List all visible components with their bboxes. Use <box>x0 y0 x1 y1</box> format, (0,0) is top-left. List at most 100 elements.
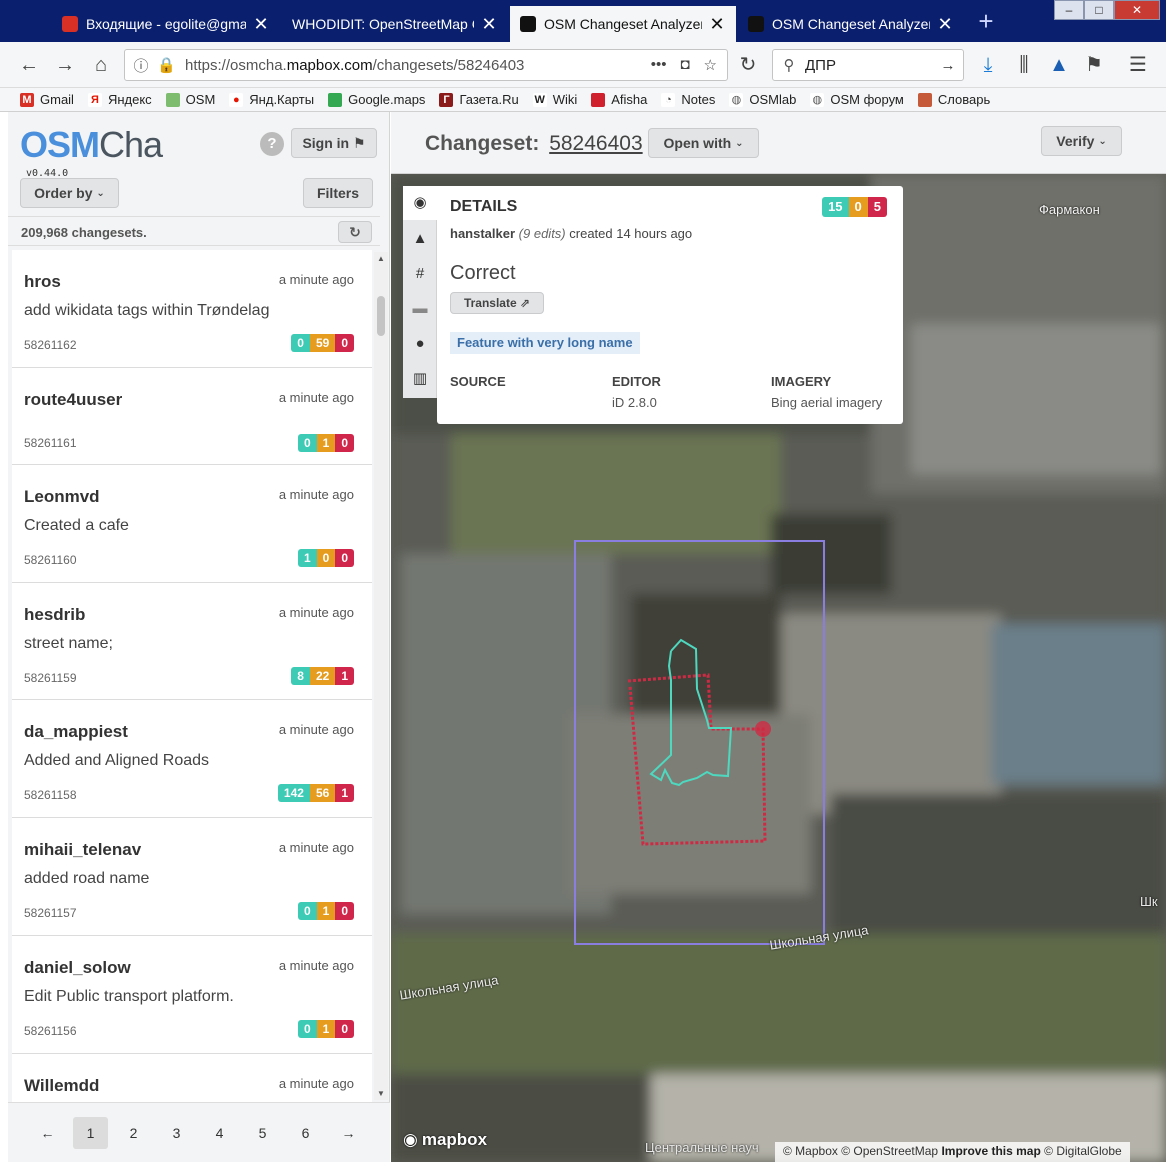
page-button-5[interactable]: 5 <box>245 1117 280 1149</box>
edit-count-badges: 0 59 0 <box>291 334 354 352</box>
download-icon[interactable]: ⤓ <box>975 52 1001 78</box>
scroll-down-icon[interactable]: ▼ <box>374 1089 388 1098</box>
minimize-icon[interactable]: – <box>1054 0 1084 20</box>
changeset-item[interactable]: daniel_solow a minute ago Edit Public tr… <box>12 935 372 1054</box>
menu-icon[interactable]: ☰ <box>1125 52 1151 78</box>
forward-icon[interactable]: → <box>52 52 78 78</box>
bookmark-notes[interactable]: ◔ Notes <box>661 92 715 107</box>
map-icon[interactable]: ▥ <box>403 362 437 396</box>
details-comment: Correct <box>450 262 516 284</box>
info-icon[interactable]: ⓘ <box>125 55 157 76</box>
details-user[interactable]: hanstalker <box>450 226 515 241</box>
bookmark-osm-forum[interactable]: ◍ OSM форум <box>810 92 904 107</box>
bookmark-google-maps[interactable]: Google.maps <box>328 92 425 107</box>
library-icon[interactable]: ⫼ <box>1011 52 1037 78</box>
bookmark-yandex[interactable]: Я Яндекс <box>87 92 152 107</box>
translate-button[interactable]: Translate ⇗ <box>450 292 544 314</box>
reload-icon[interactable]: ↻ <box>735 52 761 78</box>
mapbox-logo[interactable]: ◉ mapbox <box>403 1130 487 1150</box>
page-button-1[interactable]: 1 <box>73 1116 108 1149</box>
flag-reason-tag: Feature with very long name <box>450 332 640 354</box>
maximize-icon[interactable]: □ <box>1084 0 1114 20</box>
bookmark-wiki[interactable]: W Wiki <box>532 92 577 107</box>
close-window-icon[interactable]: ✕ <box>1114 0 1160 20</box>
bookmark-osm[interactable]: OSM <box>165 92 216 107</box>
verify-dropdown[interactable]: Verify ⌄ <box>1041 126 1122 156</box>
changeset-user: hesdrib <box>24 604 86 624</box>
bookmark-label: OSM <box>185 92 216 107</box>
changeset-item[interactable]: Leonmvd a minute ago Created a cafe 5826… <box>12 464 372 583</box>
details-title: DETAILS <box>450 198 518 215</box>
bookmark-star-icon[interactable]: ☆ <box>704 56 717 74</box>
delete-count: 1 <box>335 666 354 685</box>
list-scrollbar[interactable]: ▲ ▼ <box>374 252 388 1100</box>
page-button-6[interactable]: 6 <box>288 1117 323 1149</box>
changeset-item[interactable]: hros a minute ago add wikidata tags with… <box>12 250 372 368</box>
new-tab-button[interactable]: + <box>972 8 1000 36</box>
changeset-item[interactable]: Willemdd a minute ago <box>12 1053 372 1102</box>
bookmark-afisha[interactable]: Afisha <box>591 92 647 107</box>
refresh-button[interactable]: ↻ <box>338 221 372 243</box>
home-icon[interactable]: ⌂ <box>88 52 114 78</box>
bookmark-osmlab[interactable]: ◍ OSMlab <box>729 92 796 107</box>
yandex-icon: Я <box>87 92 102 107</box>
open-with-dropdown[interactable]: Open with ⌄ <box>648 128 759 158</box>
scrollbar-thumb[interactable] <box>377 296 385 336</box>
eye-icon[interactable]: ◉ <box>403 186 437 220</box>
wikipedia-icon: W <box>532 92 547 107</box>
improve-map-link[interactable]: Improve this map <box>941 1144 1040 1158</box>
search-go-icon[interactable]: → <box>933 57 963 74</box>
help-button[interactable]: ? <box>260 132 284 156</box>
bookmark-gazeta[interactable]: Г Газета.Ru <box>439 92 519 107</box>
warning-icon[interactable]: ▲ <box>403 222 437 256</box>
scroll-up-icon[interactable]: ▲ <box>374 254 388 263</box>
page-button-4[interactable]: 4 <box>202 1117 237 1149</box>
close-tab-icon[interactable]: ✕ <box>480 14 498 35</box>
edit-count-badges: 010 <box>297 902 354 921</box>
bookmark-gmail[interactable]: M Gmail <box>20 92 74 107</box>
changeset-id: 58261162 <box>24 338 77 352</box>
changeset-comment: Added and Aligned Roads <box>24 752 210 770</box>
hashtag-icon[interactable]: # <box>403 257 437 291</box>
user-icon[interactable]: ● <box>403 327 437 361</box>
changeset-sidebar: OSMCha v0.44.0 ? Sign in ⚑ Order by ⌄ Fi… <box>8 112 390 1162</box>
order-by-dropdown[interactable]: Order by ⌄ <box>20 178 119 208</box>
page-actions-icon[interactable]: ••• <box>651 56 667 74</box>
browser-tab-osmcha[interactable]: OSM Changeset Analyzer ✕ <box>738 6 964 42</box>
close-tab-icon[interactable]: ✕ <box>708 14 726 35</box>
changeset-id-link[interactable]: 58246403 <box>549 132 642 155</box>
sign-in-button[interactable]: Sign in ⚑ <box>291 128 377 158</box>
browser-tab-osmcha-active[interactable]: OSM Changeset Analyzer ✕ <box>510 6 736 42</box>
edit-count-badges: 8 22 1 <box>291 666 354 685</box>
page-button-2[interactable]: 2 <box>116 1117 151 1149</box>
extension-icon[interactable]: ▲ <box>1046 52 1072 78</box>
bookmark-yandex-maps[interactable]: ● Янд.Карты <box>229 92 314 107</box>
changeset-item[interactable]: hesdrib a minute ago street name; 582611… <box>12 582 372 701</box>
next-page-button[interactable]: → <box>331 1117 366 1149</box>
search-box[interactable]: ⚲ ДПР → <box>772 49 964 81</box>
refresh-icon: ↻ <box>349 224 361 240</box>
comment-icon[interactable]: ▬ <box>403 292 437 326</box>
filters-button[interactable]: Filters <box>303 178 373 208</box>
back-icon[interactable]: ← <box>16 52 42 78</box>
changeset-comment: Created a cafe <box>24 516 129 534</box>
address-bar[interactable]: ⓘ 🔒 https://osmcha.mapbox.com/changesets… <box>124 49 728 81</box>
changeset-item[interactable]: da_mappiest a minute ago Added and Align… <box>12 700 372 819</box>
changeset-item[interactable]: route4uuser a minute ago 58261161 010 <box>12 367 372 465</box>
bookmark-dictionary[interactable]: Словарь <box>917 92 990 107</box>
osmcha-logo[interactable]: OSMCha v0.44.0 <box>20 124 163 179</box>
changeset-item[interactable]: mihaii_telenav a minute ago added road n… <box>12 818 372 936</box>
extension-2-icon[interactable]: ⚑ <box>1081 52 1107 78</box>
browser-tab-whodidit[interactable]: WHODIDIT: OpenStreetMap Cha ✕ <box>282 6 508 42</box>
edit-count-badges: 100 <box>297 548 354 567</box>
edit-count-badges: 142 56 1 <box>277 784 354 803</box>
details-meta: hanstalker (9 edits) created 14 hours ag… <box>450 226 692 241</box>
close-tab-icon[interactable]: ✕ <box>252 14 270 35</box>
browser-tab-gmail[interactable]: Входящие - egolite@gmail. ✕ <box>52 6 280 42</box>
prev-page-button[interactable]: ← <box>30 1117 65 1149</box>
page-button-3[interactable]: 3 <box>159 1117 194 1149</box>
source-label: SOURCE <box>450 374 506 389</box>
osm-icon <box>165 92 180 107</box>
pocket-icon[interactable]: ◘ <box>680 56 689 74</box>
close-tab-icon[interactable]: ✕ <box>936 14 954 35</box>
